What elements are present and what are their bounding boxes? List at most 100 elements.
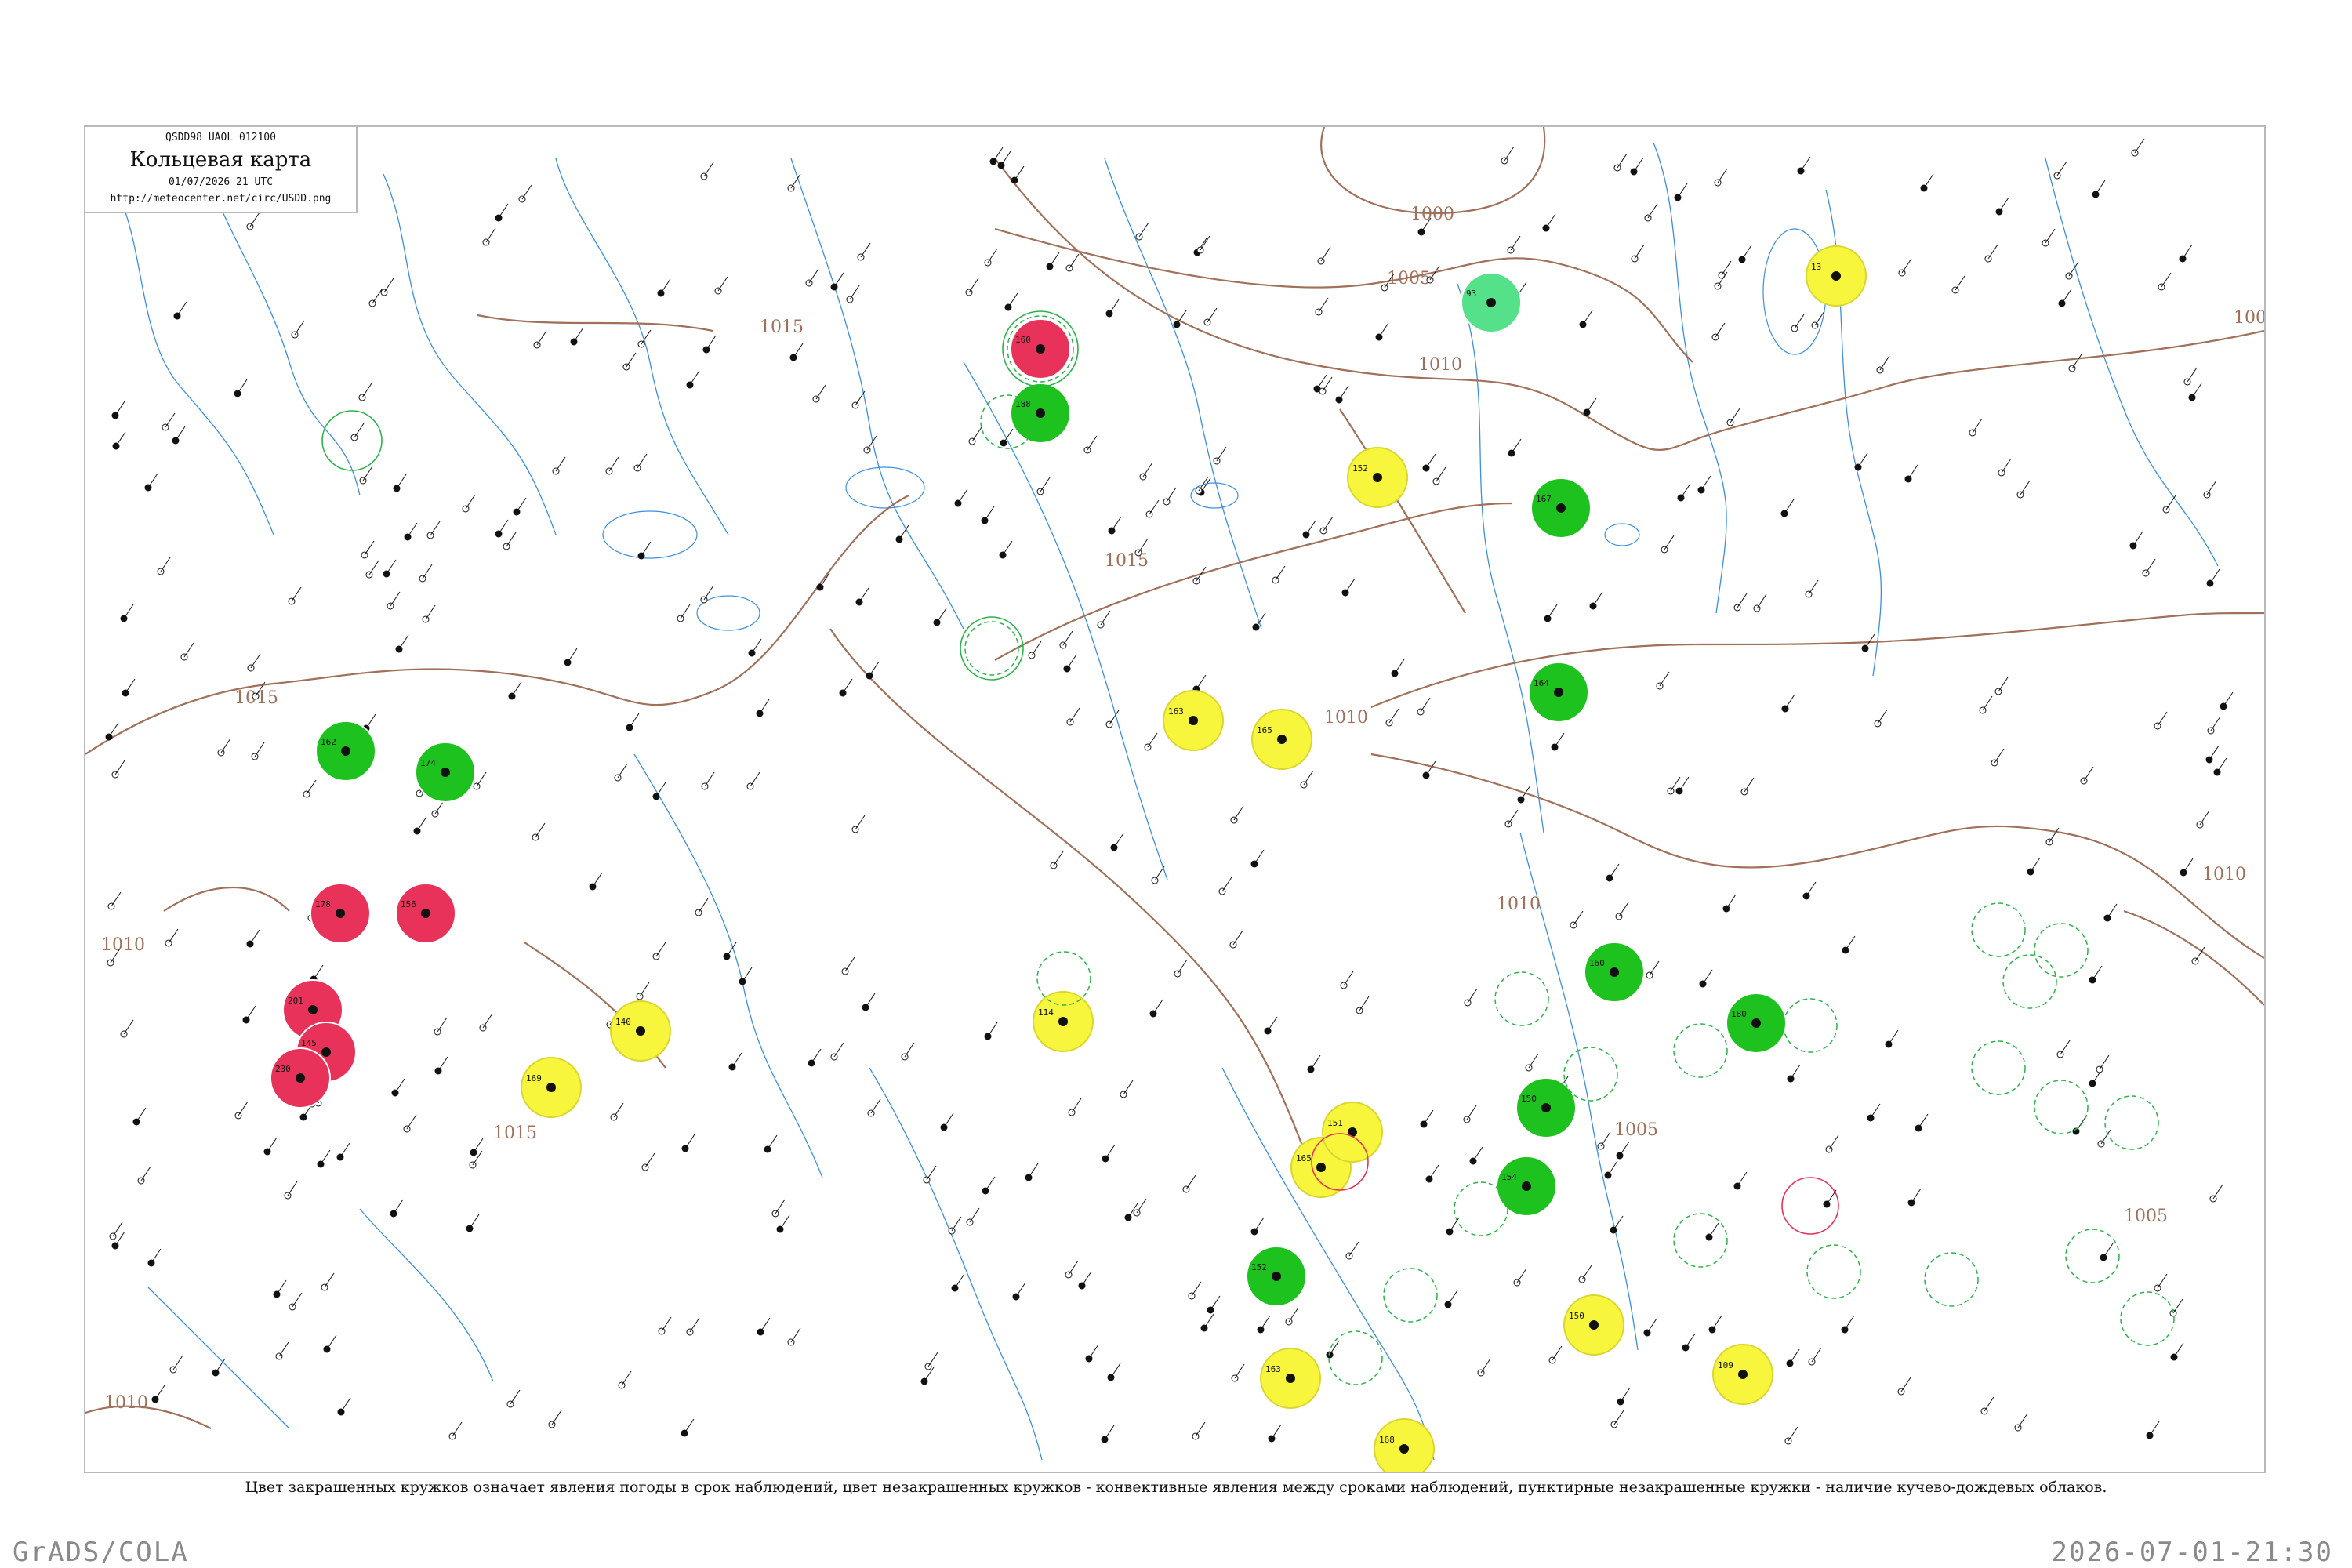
wind-barb	[1069, 253, 1080, 269]
wind-barb	[1303, 770, 1314, 786]
wind-barb	[1062, 630, 1073, 646]
wind-barb	[644, 1152, 655, 1168]
station-marker: 114	[1033, 991, 1094, 1052]
wind-barb	[1619, 1141, 1630, 1156]
wind-barb	[1664, 535, 1675, 550]
wind-barb	[1708, 1222, 1719, 1238]
wind-barb	[1808, 579, 1819, 595]
wind-barb	[249, 929, 260, 945]
wind-barb	[2100, 1129, 2111, 1145]
wind-barb	[2060, 1040, 2071, 1055]
station-marker: 178	[310, 883, 371, 944]
wind-barb	[324, 1272, 335, 1288]
wind-barb	[1123, 1080, 1134, 1095]
wind-barb	[394, 1078, 405, 1094]
wind-barb	[175, 426, 186, 441]
wind-barb	[1154, 866, 1165, 881]
wind-barb	[2161, 272, 2172, 288]
cloud-cover-dot	[1556, 503, 1566, 513]
isobar-label: 1005	[1614, 1120, 1658, 1140]
wind-barb	[1998, 677, 2009, 692]
wind-barb	[661, 1316, 672, 1332]
wind-barb	[1613, 1215, 1624, 1231]
wind-barb	[660, 278, 671, 294]
wind-barb	[111, 891, 122, 907]
station-value: 140	[615, 1017, 631, 1027]
wind-barb	[1633, 157, 1644, 172]
wind-barb	[617, 763, 628, 779]
wind-barb	[1425, 453, 1436, 469]
wind-barb	[506, 532, 517, 547]
wind-barb	[1428, 1164, 1439, 1180]
wind-barb	[1923, 173, 1934, 189]
cloud-cover-dot	[1036, 408, 1045, 418]
station-value: 178	[315, 899, 331, 909]
wind-barb	[1191, 1281, 1202, 1297]
wind-barb	[1002, 540, 1013, 556]
wind-barb	[2183, 858, 2194, 873]
station-marker: 188	[1010, 383, 1071, 444]
wind-barb	[855, 390, 866, 406]
wind-barb	[844, 956, 855, 972]
wind-barb	[1142, 462, 1153, 477]
cloud-cover-dot	[308, 1005, 318, 1014]
wind-barb	[2092, 965, 2103, 981]
wind-barb	[2132, 531, 2143, 546]
station-marker: 109	[1712, 1344, 1773, 1405]
wind-barb	[1607, 1160, 1618, 1176]
wind-barb	[1528, 1053, 1539, 1069]
station-marker: 140	[610, 1000, 671, 1062]
wind-barb	[1730, 408, 1740, 423]
wind-barb	[482, 1013, 493, 1029]
wind-barb	[1715, 322, 1726, 338]
wind-barb	[1288, 1307, 1299, 1323]
wind-barb	[1149, 499, 1160, 515]
wind-barb	[1216, 446, 1227, 462]
wind-barb	[112, 1221, 123, 1237]
wind-barb	[1111, 516, 1122, 532]
wind-barb	[114, 401, 125, 416]
wind-barb	[1196, 674, 1207, 690]
wind-barb	[536, 330, 547, 346]
station-value: 160	[1015, 335, 1031, 345]
cloud-cover-dot	[441, 768, 450, 777]
wind-barb	[1066, 654, 1077, 670]
wind-barb	[2071, 354, 2082, 369]
wind-barb	[639, 982, 650, 997]
wind-barb	[114, 760, 125, 775]
wind-barb	[1254, 1217, 1265, 1232]
station-marker: 165	[1251, 709, 1312, 770]
wind-barb	[2191, 383, 2202, 398]
wind-barb	[898, 524, 909, 540]
wind-barb	[808, 268, 819, 284]
station-value: 93	[1466, 289, 1476, 299]
wind-barb	[1152, 999, 1163, 1014]
cloud-cover-dot	[296, 1073, 305, 1083]
wind-barb	[1711, 1315, 1722, 1330]
wind-barb	[1547, 604, 1558, 619]
wind-barb	[731, 1052, 742, 1068]
wind-barb	[1581, 1265, 1592, 1280]
station-value: 168	[1379, 1435, 1395, 1445]
station-value: 164	[1534, 678, 1549, 688]
wind-barb	[168, 928, 179, 944]
station-value: 114	[1038, 1007, 1054, 1018]
wind-barb	[1646, 1318, 1657, 1334]
wind-barb	[1100, 610, 1111, 626]
wind-barb	[1955, 275, 1965, 291]
station-value: 180	[1731, 1009, 1747, 1019]
river-network	[100, 142, 2219, 1461]
wind-barb	[123, 1019, 134, 1035]
station-value: 152	[1352, 463, 1368, 474]
wind-barb	[1109, 299, 1120, 314]
wind-barb	[1726, 894, 1737, 909]
wind-barb	[655, 942, 666, 957]
wind-barb	[386, 559, 397, 575]
wind-barb	[641, 541, 652, 557]
wind-barb	[1900, 1377, 1911, 1392]
wind-barb	[869, 661, 880, 677]
wind-barb	[511, 681, 522, 697]
station-value: 152	[1251, 1262, 1267, 1272]
wind-barb	[655, 782, 666, 797]
wind-barb	[779, 1214, 790, 1230]
